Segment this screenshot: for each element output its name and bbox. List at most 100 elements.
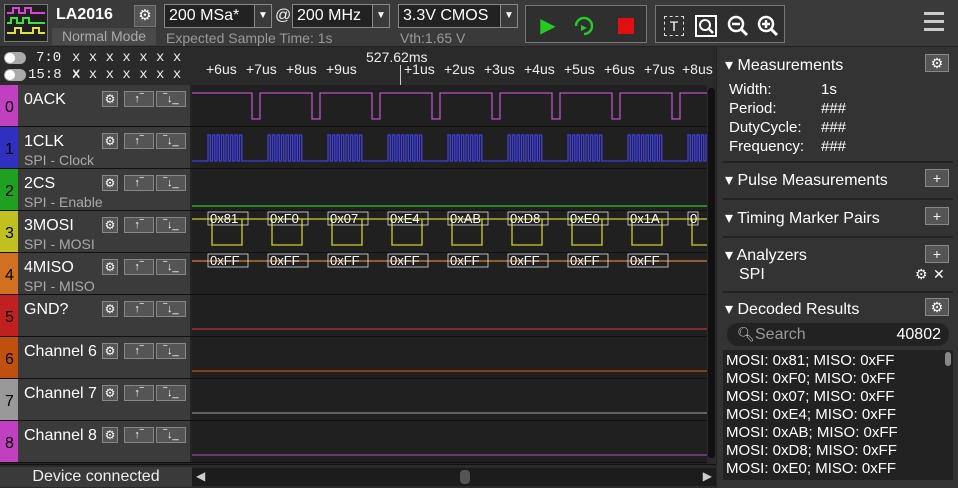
channel-scrollbar[interactable] bbox=[707, 85, 716, 464]
channel-label[interactable]: 7 Channel 7 ⚙ ↑‾ ‾↓_ bbox=[0, 379, 190, 420]
channel-settings-gear-icon[interactable]: ⚙ bbox=[102, 259, 118, 275]
add-timing-pair-button[interactable]: + bbox=[925, 207, 949, 225]
falling-edge-trigger-icon[interactable]: ‾↓_ bbox=[156, 175, 186, 191]
falling-edge-trigger-icon[interactable]: ‾↓_ bbox=[156, 133, 186, 149]
channel-settings-gear-icon[interactable]: ⚙ bbox=[102, 301, 118, 317]
falling-edge-trigger-icon[interactable]: ‾↓_ bbox=[156, 259, 186, 275]
channel-name[interactable]: GND? bbox=[24, 301, 68, 319]
channel-number: 3 bbox=[5, 225, 14, 242]
channel-trace[interactable] bbox=[192, 85, 716, 126]
analyzer-settings-gear-icon[interactable]: ⚙ bbox=[915, 266, 928, 283]
falling-edge-trigger-icon[interactable]: ‾↓_ bbox=[156, 427, 186, 443]
analyzers-header[interactable]: ▾ Analyzers bbox=[725, 245, 807, 265]
add-analyzer-button[interactable]: + bbox=[925, 245, 949, 263]
list-item[interactable]: MOSI: 0xF0; MISO: 0xFF bbox=[726, 370, 895, 387]
play-icon[interactable]: ▶ bbox=[536, 14, 560, 38]
list-item[interactable]: MOSI: 0xD8; MISO: 0xFF bbox=[726, 442, 897, 459]
scroll-thumb[interactable] bbox=[708, 88, 715, 458]
channel-label[interactable]: 8 Channel 8 ⚙ ↑‾ ‾↓_ bbox=[0, 421, 190, 462]
channel-settings-gear-icon[interactable]: ⚙ bbox=[102, 133, 118, 149]
time-ruler[interactable]: 527.62ms +6us +7us +8us +9us +1us +2us +… bbox=[192, 47, 716, 85]
rising-edge-trigger-icon[interactable]: ↑‾ bbox=[124, 133, 154, 149]
rising-edge-trigger-icon[interactable]: ↑‾ bbox=[124, 91, 154, 107]
channel-name[interactable]: 3MOSI bbox=[24, 217, 74, 235]
channel-settings-gear-icon[interactable]: ⚙ bbox=[102, 217, 118, 233]
rising-edge-trigger-icon[interactable]: ↑‾ bbox=[124, 343, 154, 359]
channel-label[interactable]: 5 GND? ⚙ ↑‾ ‾↓_ bbox=[0, 295, 190, 336]
channel-trace[interactable] bbox=[192, 379, 716, 420]
analyzer-item-spi[interactable]: SPI bbox=[739, 266, 765, 284]
channel-label[interactable]: 1 1CLK SPI - Clock ⚙ ↑‾ ‾↓_ bbox=[0, 127, 190, 168]
zoom-in-icon[interactable] bbox=[756, 14, 780, 38]
channel-label[interactable]: 3 3MOSI SPI - MOSI ⚙ ↑‾ ‾↓_ bbox=[0, 211, 190, 252]
channel-label[interactable]: 6 Channel 6 ⚙ ↑‾ ‾↓_ bbox=[0, 337, 190, 378]
channel-label[interactable]: 4 4MISO SPI - MISO ⚙ ↑‾ ‾↓_ bbox=[0, 253, 190, 294]
channel-name[interactable]: 4MISO bbox=[24, 259, 74, 277]
rising-edge-trigger-icon[interactable]: ↑‾ bbox=[124, 259, 154, 275]
bus-toggle[interactable] bbox=[4, 52, 26, 64]
rising-edge-trigger-icon[interactable]: ↑‾ bbox=[124, 385, 154, 401]
list-item[interactable]: MOSI: 0xE0; MISO: 0xFF bbox=[726, 460, 896, 477]
channel-name[interactable]: Channel 7 bbox=[24, 385, 97, 403]
measurements-gear-icon[interactable]: ⚙ bbox=[925, 54, 949, 72]
channel-name[interactable]: Channel 6 bbox=[24, 343, 97, 361]
falling-edge-trigger-icon[interactable]: ‾↓_ bbox=[156, 301, 186, 317]
scroll-left-icon[interactable]: ◀ bbox=[196, 469, 205, 483]
voltage-select[interactable]: 3.3V CMOS ▼ bbox=[398, 4, 518, 28]
device-settings-gear-icon[interactable]: ⚙ bbox=[134, 5, 156, 27]
channel-name[interactable]: 0ACK bbox=[24, 91, 66, 109]
rising-edge-trigger-icon[interactable]: ↑‾ bbox=[124, 217, 154, 233]
falling-edge-trigger-icon[interactable]: ‾↓_ bbox=[156, 217, 186, 233]
list-item[interactable]: MOSI: 0x81; MISO: 0xFF bbox=[726, 352, 894, 369]
rising-edge-trigger-icon[interactable]: ↑‾ bbox=[124, 301, 154, 317]
analyzer-remove-close-icon[interactable]: ✕ bbox=[933, 266, 945, 283]
channel-label[interactable]: 2 2CS SPI - Enable ⚙ ↑‾ ‾↓_ bbox=[0, 169, 190, 210]
zoom-fit-icon[interactable] bbox=[694, 14, 718, 38]
channel-trace[interactable] bbox=[192, 337, 716, 378]
channel-label[interactable]: 0 0ACK ⚙ ↑‾ ‾↓_ bbox=[0, 85, 190, 126]
rising-edge-trigger-icon[interactable]: ↑‾ bbox=[124, 175, 154, 191]
scroll-thumb[interactable] bbox=[460, 470, 470, 484]
results-scroll-thumb[interactable] bbox=[945, 352, 951, 366]
list-item[interactable]: MOSI: 0x07; MISO: 0xFF bbox=[726, 388, 894, 405]
bus-toggle[interactable] bbox=[4, 69, 26, 81]
search-input[interactable]: 🔍︎ Search 40802 bbox=[727, 323, 949, 346]
sample-rate-select[interactable]: 200 MSa* ▼ bbox=[164, 4, 272, 28]
decoded-gear-icon[interactable]: ⚙ bbox=[925, 298, 949, 316]
falling-edge-trigger-icon[interactable]: ‾↓_ bbox=[156, 91, 186, 107]
hamburger-menu-icon[interactable] bbox=[924, 12, 944, 32]
measurements-title: Measurements bbox=[737, 57, 844, 74]
results-count: 40802 bbox=[896, 326, 942, 343]
horizontal-scrollbar[interactable]: ◀ ▶ bbox=[192, 468, 716, 486]
measurements-header[interactable]: ▾ Measurements bbox=[725, 55, 843, 75]
timing-marker-header[interactable]: ▾ Timing Marker Pairs bbox=[725, 208, 880, 228]
channel-settings-gear-icon[interactable]: ⚙ bbox=[102, 343, 118, 359]
channel-settings-gear-icon[interactable]: ⚙ bbox=[102, 91, 118, 107]
channel-settings-gear-icon[interactable]: ⚙ bbox=[102, 175, 118, 191]
repeat-capture-icon[interactable] bbox=[572, 14, 596, 38]
list-item[interactable]: MOSI: 0xE4; MISO: 0xFF bbox=[726, 406, 896, 423]
decoded-results-header[interactable]: ▾ Decoded Results bbox=[725, 299, 859, 319]
text-tool-icon[interactable]: T bbox=[662, 14, 686, 38]
zoom-out-icon[interactable] bbox=[726, 14, 750, 38]
channel-trace[interactable] bbox=[192, 169, 716, 210]
channel-settings-gear-icon[interactable]: ⚙ bbox=[102, 385, 118, 401]
channel-name[interactable]: 1CLK bbox=[24, 133, 64, 151]
channel-trace[interactable] bbox=[192, 421, 716, 462]
falling-edge-trigger-icon[interactable]: ‾↓_ bbox=[156, 343, 186, 359]
channel-trace[interactable] bbox=[192, 295, 716, 336]
stop-icon[interactable] bbox=[614, 14, 638, 38]
scroll-right-icon[interactable]: ▶ bbox=[703, 469, 712, 483]
channel-name[interactable]: Channel 8 bbox=[24, 427, 97, 445]
falling-edge-trigger-icon[interactable]: ‾↓_ bbox=[156, 385, 186, 401]
rising-edge-trigger-icon[interactable]: ↑‾ bbox=[124, 427, 154, 443]
channel-trace[interactable]: 0x81 0xF0 0x07 0xE4 0xAB 0xD8 0xE0 0x1A 0 bbox=[192, 211, 716, 252]
add-pulse-button[interactable]: + bbox=[925, 169, 949, 187]
channel-trace[interactable]: 0xFF 0xFF 0xFF 0xFF 0xFF 0xFF 0xFF 0xFF bbox=[192, 253, 716, 294]
channel-trace[interactable] bbox=[192, 127, 716, 168]
frequency-select[interactable]: 200 MHz ▼ bbox=[292, 4, 390, 28]
channel-settings-gear-icon[interactable]: ⚙ bbox=[102, 427, 118, 443]
list-item[interactable]: MOSI: 0xAB; MISO: 0xFF bbox=[726, 424, 898, 441]
pulse-measurements-header[interactable]: ▾ Pulse Measurements bbox=[725, 170, 888, 190]
channel-name[interactable]: 2CS bbox=[24, 175, 55, 193]
